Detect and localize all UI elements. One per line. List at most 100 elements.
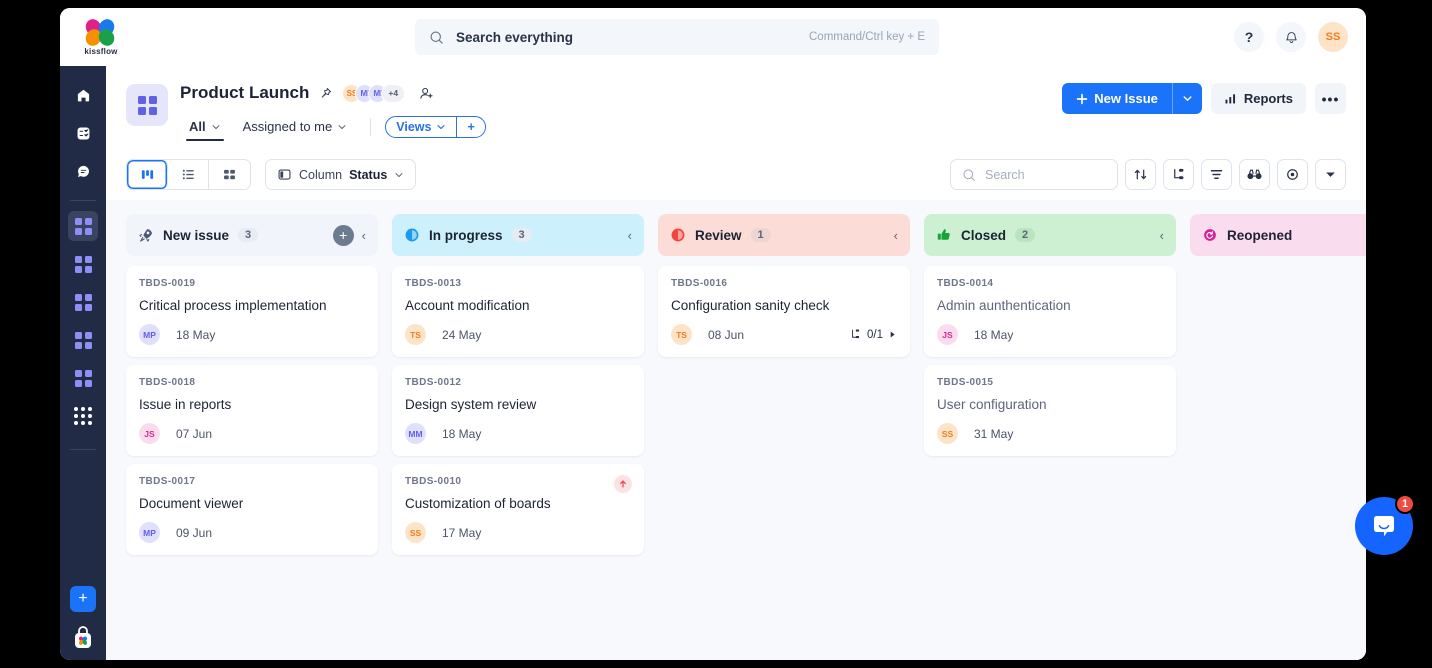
brand-logo[interactable]: kissflow	[70, 15, 132, 56]
more-options-button[interactable]: •••	[1315, 83, 1346, 114]
project-header: Product Launch SS MI MI +4 All Assigned …	[106, 66, 1366, 143]
search-icon	[430, 31, 443, 44]
task-card[interactable]: TBDS-0015 User configuration SS 31 May	[924, 365, 1176, 456]
task-card[interactable]: TBDS-0014 Admin aunthentication JS 18 Ma…	[924, 266, 1176, 357]
card-id: TBDS-0012	[405, 377, 462, 388]
binoculars-icon	[1247, 169, 1262, 180]
filter-button[interactable]	[1201, 159, 1232, 190]
card-title: User configuration	[937, 397, 1047, 412]
card-id: TBDS-0018	[139, 377, 196, 388]
column-count: 3	[511, 228, 532, 242]
help-button[interactable]: ?	[1234, 22, 1264, 52]
header-actions: New Issue Reports •••	[1062, 80, 1346, 114]
column-count: 1	[750, 228, 771, 242]
chat-bubble-icon	[1374, 516, 1394, 537]
new-issue-button[interactable]: New Issue	[1062, 83, 1202, 114]
card-subtasks[interactable]: 0/1	[849, 328, 897, 341]
kissflow-lock-icon[interactable]	[71, 624, 95, 650]
sidebar-add-button[interactable]: +	[70, 586, 96, 612]
board-view-button[interactable]	[127, 160, 168, 189]
more-toolbar-button[interactable]	[1315, 159, 1346, 190]
sidebar-item-home[interactable]	[68, 80, 98, 110]
rocket-icon	[139, 228, 153, 242]
sidebar-item-board-5[interactable]	[68, 363, 98, 393]
global-search-input[interactable]: Search everything Command/Ctrl key + E	[415, 19, 939, 55]
collapse-column-icon[interactable]: ‹	[1160, 228, 1164, 243]
notifications-button[interactable]	[1276, 22, 1306, 52]
add-member-icon[interactable]	[418, 85, 435, 102]
column-header: Reopened	[1190, 214, 1366, 256]
list-view-button[interactable]	[168, 160, 209, 189]
project-icon	[126, 84, 168, 126]
reports-button[interactable]: Reports	[1210, 83, 1306, 114]
bar-chart-icon	[1225, 94, 1235, 104]
grid-view-button[interactable]	[209, 160, 250, 189]
brand-name: kissflow	[84, 46, 118, 56]
new-issue-dropdown[interactable]	[1171, 83, 1202, 114]
visibility-button[interactable]	[1277, 159, 1308, 190]
sidebar-item-board-3[interactable]	[68, 287, 98, 317]
tasks-icon	[77, 127, 89, 139]
views-label: Views	[396, 119, 432, 134]
board-column-new-issue: New issue 3 + ‹ TBDS-0019 Critical proce…	[126, 214, 378, 660]
task-card[interactable]: TBDS-0012 Design system review MM 18 May	[392, 365, 644, 456]
sidebar-item-tasks[interactable]	[68, 118, 98, 148]
sort-button[interactable]	[1125, 159, 1156, 190]
column-actions: + ‹	[332, 224, 366, 246]
user-avatar[interactable]: SS	[1318, 22, 1348, 52]
column-actions: ‹	[628, 228, 632, 243]
card-avatar: JS	[937, 324, 958, 345]
task-card[interactable]: TBDS-0013 Account modification TS 24 May	[392, 266, 644, 357]
watch-button[interactable]	[1239, 159, 1270, 190]
review-icon	[671, 228, 685, 242]
views-button[interactable]: Views	[386, 117, 456, 137]
card-date: 08 Jun	[708, 327, 745, 342]
card-footer: SS 31 May	[937, 423, 1163, 444]
search-icon	[963, 168, 975, 181]
card-footer: MM 18 May	[405, 423, 631, 444]
kissflow-butterfly-icon	[82, 15, 118, 49]
sidebar-item-all-apps[interactable]	[68, 401, 98, 431]
tab-all-label: All	[189, 119, 206, 134]
task-card[interactable]: TBDS-0018 Issue in reports JS 07 Jun	[126, 365, 378, 456]
avatar-overflow-count: +4	[381, 83, 406, 103]
card-date: 24 May	[442, 327, 482, 342]
card-id: TBDS-0016	[671, 278, 728, 289]
collapse-column-icon[interactable]: ‹	[894, 228, 898, 243]
subtask-icon	[852, 329, 860, 339]
card-avatar: SS	[405, 522, 426, 543]
board-search-input[interactable]: Search	[950, 159, 1118, 190]
pin-icon[interactable]	[318, 86, 333, 101]
column-icon	[278, 169, 291, 180]
left-sidebar: +	[60, 66, 106, 660]
column-title: Closed	[961, 227, 1007, 243]
task-card[interactable]: TBDS-0010 Customization of boards SS 17 …	[392, 464, 644, 555]
card-footer: JS 07 Jun	[139, 423, 365, 444]
member-avatars[interactable]: SS MI MI +4	[342, 83, 406, 103]
collapse-column-icon[interactable]: ‹	[362, 228, 366, 243]
task-card[interactable]: TBDS-0019 Critical process implementatio…	[126, 266, 378, 357]
new-issue-label-wrap: New Issue	[1062, 91, 1172, 106]
tab-assigned-to-me[interactable]: Assigned to me	[234, 114, 357, 143]
card-id: TBDS-0017	[139, 476, 196, 487]
tab-all[interactable]: All	[180, 114, 230, 143]
unread-badge: 1	[1395, 494, 1415, 514]
chevron-down-icon	[212, 124, 220, 129]
board-grid-icon	[74, 369, 92, 387]
sidebar-item-board-1[interactable]	[68, 211, 98, 241]
sidebar-item-board-4[interactable]	[68, 325, 98, 355]
task-card[interactable]: TBDS-0016 Configuration sanity check TS …	[658, 266, 910, 357]
column-label: Column	[299, 167, 343, 182]
board-grid-icon	[74, 293, 92, 311]
column-select[interactable]: Column Status	[265, 159, 417, 190]
add-view-button[interactable]: +	[457, 117, 484, 137]
sidebar-item-chat[interactable]	[68, 156, 98, 186]
task-card[interactable]: TBDS-0017 Document viewer MP 09 Jun	[126, 464, 378, 555]
collapse-column-icon[interactable]: ‹	[628, 228, 632, 243]
card-title: Issue in reports	[139, 397, 232, 412]
intercom-chat-launcher[interactable]: 1	[1355, 494, 1415, 555]
thumbs-up-icon	[937, 229, 950, 240]
sidebar-item-board-2[interactable]	[68, 249, 98, 279]
group-button[interactable]	[1163, 159, 1194, 190]
add-card-button[interactable]: +	[332, 224, 354, 246]
